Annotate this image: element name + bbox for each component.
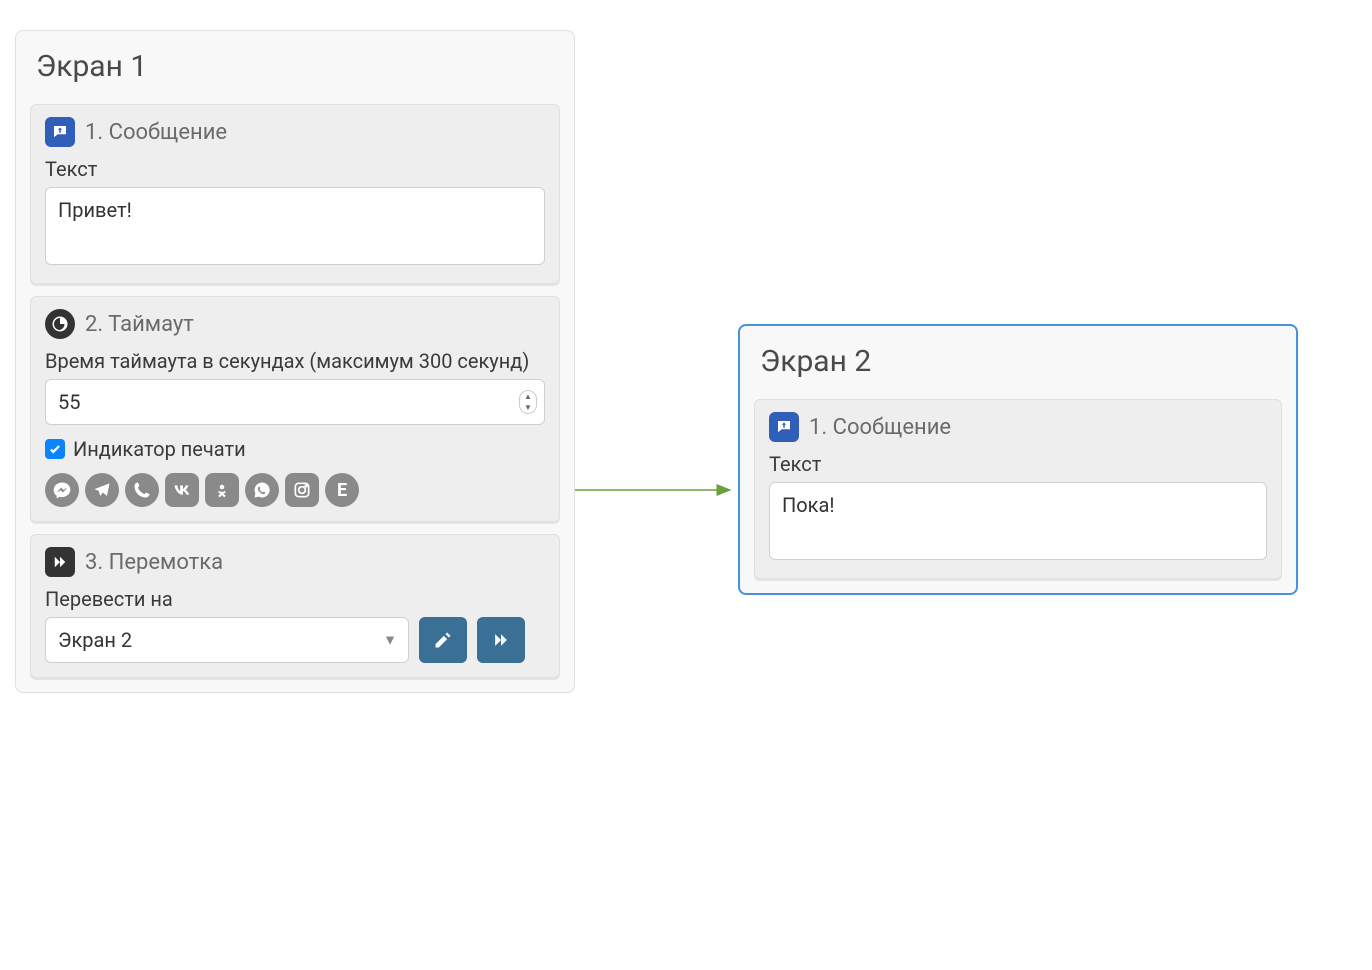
redirect-select[interactable] xyxy=(45,617,409,663)
instagram-icon xyxy=(285,473,319,507)
spinner-down[interactable]: ▼ xyxy=(520,402,536,413)
message-text-input[interactable] xyxy=(45,187,545,265)
edit-button[interactable] xyxy=(419,617,467,663)
message-send-icon xyxy=(769,412,799,442)
fast-forward-icon xyxy=(45,547,75,577)
block-title: 1. Сообщение xyxy=(809,415,951,440)
screen-title: Экран 2 xyxy=(754,340,1282,385)
vk-icon xyxy=(165,473,199,507)
timeout-label: Время таймаута в секундах (максимум 300 … xyxy=(45,349,545,373)
number-spinner[interactable]: ▲ ▼ xyxy=(519,390,537,414)
telegram-icon xyxy=(85,473,119,507)
redirect-label: Перевести на xyxy=(45,587,545,611)
block-header: 2. Таймаут xyxy=(45,309,545,339)
block-title: 3. Перемотка xyxy=(85,550,223,575)
screen-title: Экран 1 xyxy=(30,45,560,90)
social-icons-row: E xyxy=(45,473,545,507)
clock-icon xyxy=(45,309,75,339)
block-title: 2. Таймаут xyxy=(85,312,194,337)
screen-panel-2[interactable]: Экран 2 1. Сообщение Текст xyxy=(738,324,1298,595)
block-header: 1. Сообщение xyxy=(769,412,1267,442)
ok-icon xyxy=(205,473,239,507)
e-chat-icon: E xyxy=(325,473,359,507)
spinner-up[interactable]: ▲ xyxy=(520,391,536,402)
block-message[interactable]: 1. Сообщение Текст xyxy=(754,399,1282,579)
flow-canvas[interactable]: Экран 1 1. Сообщение Текст 2. Таймаут Вр… xyxy=(0,0,1372,970)
messenger-icon xyxy=(45,473,79,507)
screen-panel-1[interactable]: Экран 1 1. Сообщение Текст 2. Таймаут Вр… xyxy=(15,30,575,693)
goto-button[interactable] xyxy=(477,617,525,663)
typing-indicator-checkbox[interactable] xyxy=(45,439,65,459)
block-timeout[interactable]: 2. Таймаут Время таймаута в секундах (ма… xyxy=(30,296,560,522)
message-text-input[interactable] xyxy=(769,482,1267,560)
block-header: 1. Сообщение xyxy=(45,117,545,147)
text-label: Текст xyxy=(45,157,545,181)
whatsapp-icon xyxy=(245,473,279,507)
block-header: 3. Перемотка xyxy=(45,547,545,577)
block-message[interactable]: 1. Сообщение Текст xyxy=(30,104,560,284)
typing-indicator-label: Индикатор печати xyxy=(73,437,246,461)
block-title: 1. Сообщение xyxy=(85,120,227,145)
viber-icon xyxy=(125,473,159,507)
connection-arrow xyxy=(575,480,738,500)
timeout-input[interactable] xyxy=(45,379,545,425)
block-rewind[interactable]: 3. Перемотка Перевести на ▼ xyxy=(30,534,560,678)
text-label: Текст xyxy=(769,452,1267,476)
message-send-icon xyxy=(45,117,75,147)
